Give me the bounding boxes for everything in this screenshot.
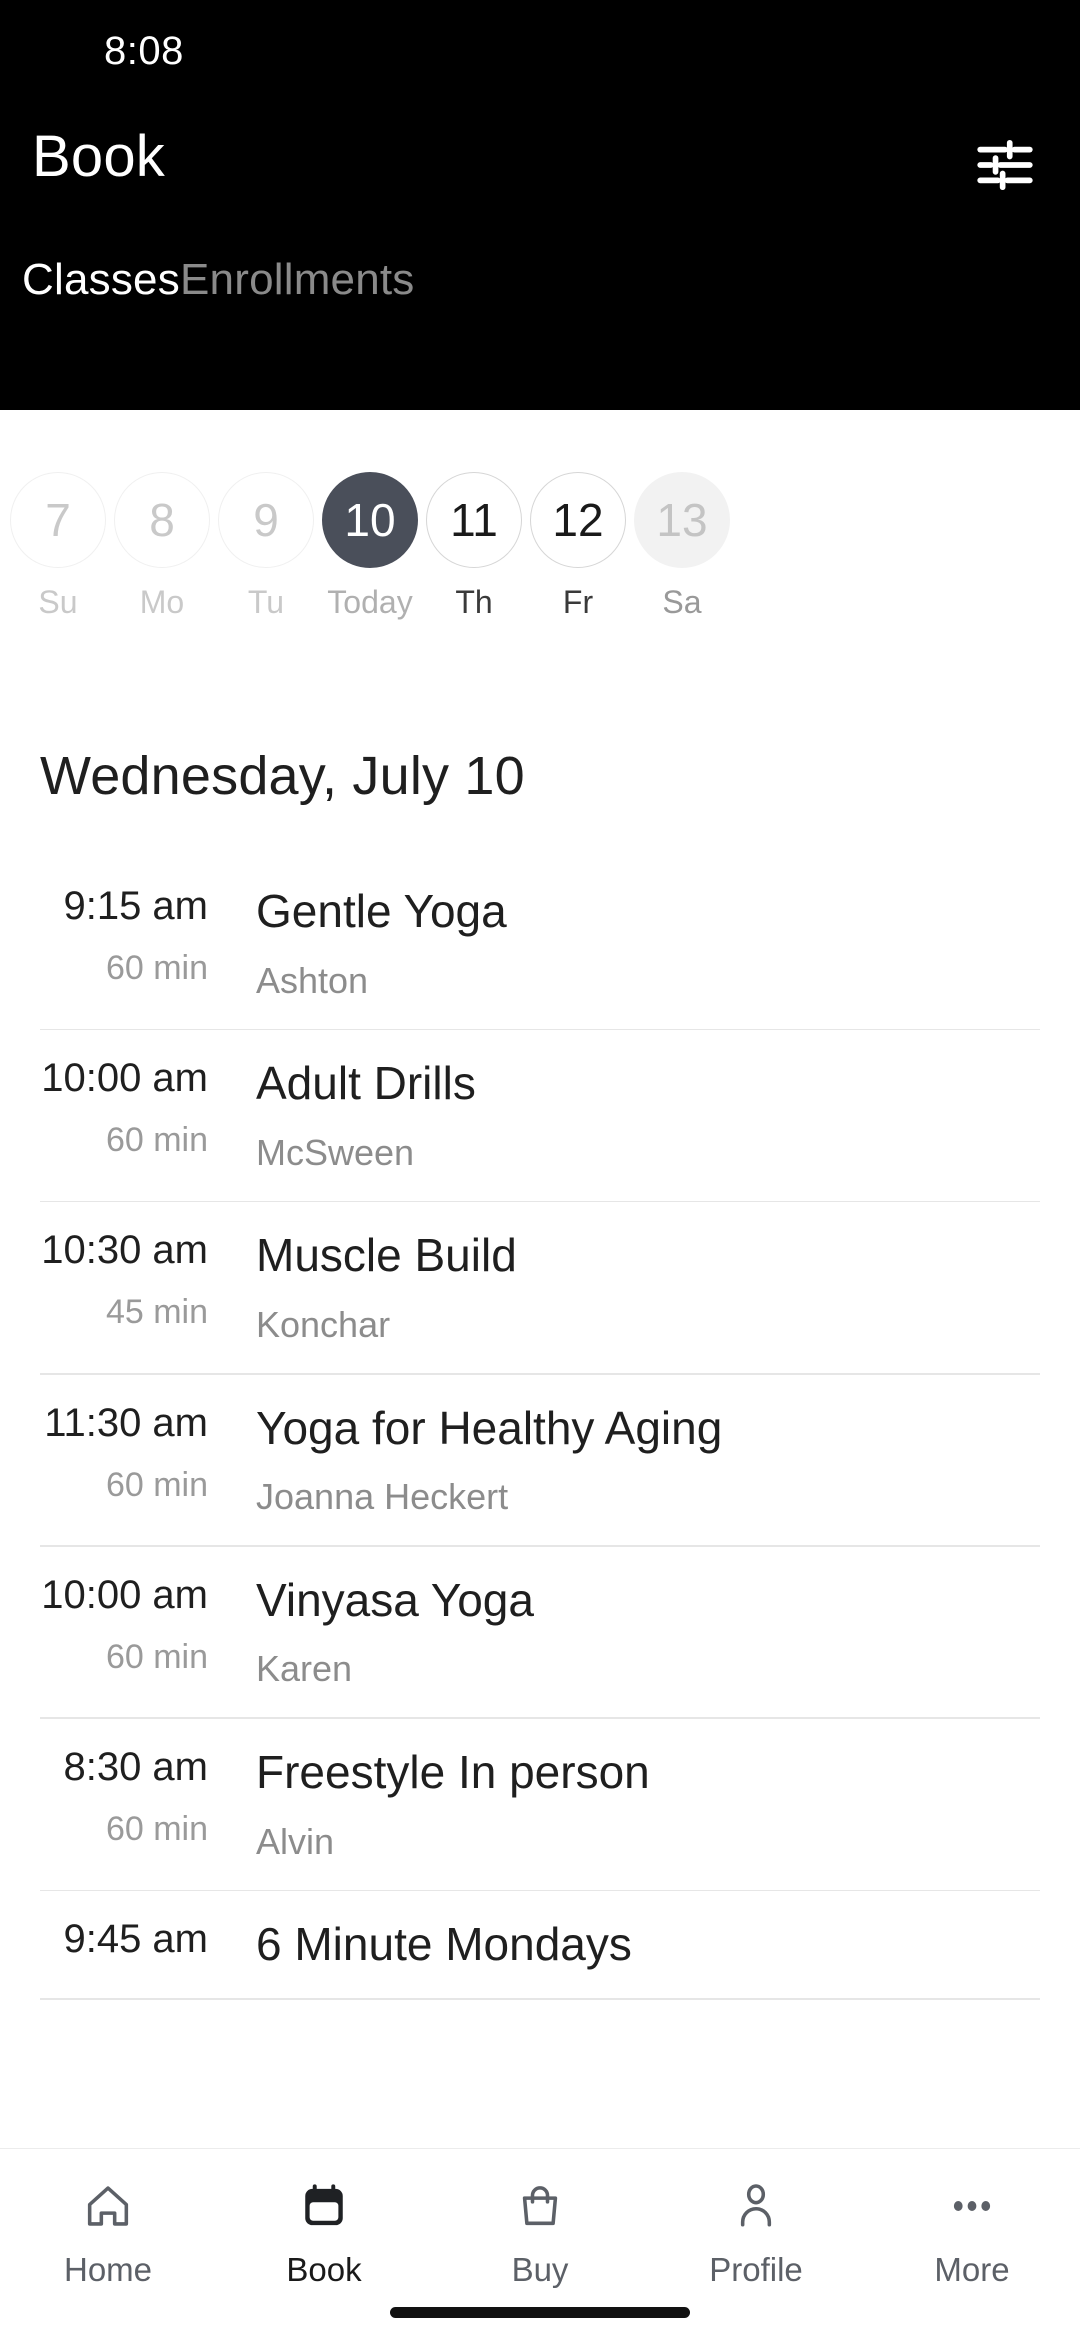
list-divider xyxy=(40,1998,1040,2000)
date-cell-12[interactable]: 12 Fr xyxy=(526,410,630,621)
date-cell-13[interactable]: 13 Sa xyxy=(630,410,734,621)
class-instructor: Joanna Heckert xyxy=(256,1476,509,1518)
nav-item-label: Home xyxy=(63,2251,153,2288)
weekday-label: Today xyxy=(327,584,413,620)
page-title: Book xyxy=(32,124,165,189)
class-name: 6 Minute Mondays xyxy=(256,1918,632,1971)
tab-enrollments[interactable]: Enrollments xyxy=(180,255,415,305)
class-info-column: Vinyasa Yoga Karen xyxy=(256,1573,534,1689)
class-duration: 60 min xyxy=(105,1465,208,1504)
class-start-time: 9:45 am xyxy=(63,1917,208,1962)
class-instructor: Ashton xyxy=(256,959,369,1001)
class-start-time: 9:15 am xyxy=(63,884,208,928)
tune-filter-icon[interactable] xyxy=(960,125,1050,205)
class-start-time: 10:00 am xyxy=(41,1056,208,1101)
date-cell-10[interactable]: 10 Today xyxy=(318,410,422,621)
date-cell-7[interactable]: 7 Su xyxy=(6,410,110,621)
date-number: 13 xyxy=(634,472,730,568)
class-info-column: Freestyle In person Alvin xyxy=(256,1745,650,1861)
class-instructor: Karen xyxy=(256,1648,353,1690)
class-instructor: Alvin xyxy=(256,1820,335,1862)
class-list-item[interactable]: 10:00 am 60 min Adult Drills McSween xyxy=(0,1030,1080,1203)
class-list-item[interactable]: 9:15 am 60 min Gentle Yoga Ashton xyxy=(0,858,1080,1031)
nav-item-book[interactable]: Book xyxy=(216,2175,432,2289)
class-info-column: 6 Minute Mondays xyxy=(256,1917,632,1970)
class-instructor: McSween xyxy=(256,1131,415,1173)
app-bar: Book xyxy=(0,105,1080,215)
class-name: Vinyasa Yoga xyxy=(256,1573,534,1626)
date-cell-9[interactable]: 9 Tu xyxy=(214,410,318,621)
class-list-item[interactable]: 9:45 am 6 Minute Mondays xyxy=(0,1891,1080,2000)
class-name: Muscle Build xyxy=(256,1229,517,1282)
date-number: 10 xyxy=(322,472,418,568)
nav-item-home[interactable]: Home xyxy=(0,2175,216,2289)
class-time-column: 11:30 am 60 min xyxy=(28,1401,208,1517)
weekday-label: Sa xyxy=(662,584,702,620)
class-duration: 60 min xyxy=(105,1637,208,1676)
nav-item-buy[interactable]: Buy xyxy=(432,2175,648,2289)
date-cell-11[interactable]: 11 Th xyxy=(422,410,526,621)
app-header: 8:08 Book Classes Enrollments xyxy=(0,0,1080,410)
status-bar: 8:08 xyxy=(0,0,1080,105)
nav-item-more[interactable]: More xyxy=(864,2175,1080,2289)
date-number: 9 xyxy=(218,472,314,568)
home-indicator xyxy=(390,2307,690,2318)
class-duration: 60 min xyxy=(105,949,208,987)
home-icon xyxy=(83,2175,133,2237)
class-time-column: 10:30 am 45 min xyxy=(28,1228,208,1344)
class-name: Adult Drills xyxy=(256,1057,476,1110)
class-start-time: 10:30 am xyxy=(41,1228,208,1273)
class-list-item[interactable]: 10:00 am 60 min Vinyasa Yoga Karen xyxy=(0,1547,1080,1719)
class-time-column: 9:15 am 60 min xyxy=(28,884,208,1000)
class-duration: 60 min xyxy=(105,1809,208,1848)
calendar-icon xyxy=(299,2175,349,2237)
class-name: Yoga for Healthy Aging xyxy=(256,1401,723,1454)
class-start-time: 8:30 am xyxy=(63,1744,208,1789)
class-time-column: 10:00 am 60 min xyxy=(28,1056,208,1172)
selected-date-heading: Wednesday, July 10 xyxy=(40,746,525,806)
class-start-time: 10:00 am xyxy=(41,1572,208,1617)
class-instructor: Konchar xyxy=(256,1303,391,1345)
class-duration: 60 min xyxy=(105,1121,208,1160)
class-duration: 45 min xyxy=(105,1293,208,1332)
class-info-column: Yoga for Healthy Aging Joanna Heckert xyxy=(256,1401,722,1517)
class-start-time: 11:30 am xyxy=(44,1400,208,1445)
class-time-column: 9:45 am xyxy=(28,1917,208,1970)
weekday-label: Su xyxy=(38,584,78,620)
class-info-column: Muscle Build Konchar xyxy=(256,1228,517,1344)
app-screen: 8:08 Book Classes Enrollments 7 Su 8 Mo … xyxy=(0,0,1080,2340)
weekday-label: Tu xyxy=(247,584,285,620)
nav-item-label: Buy xyxy=(511,2251,569,2288)
class-list-item[interactable]: 8:30 am 60 min Freestyle In person Alvin xyxy=(0,1719,1080,1892)
class-name: Freestyle In person xyxy=(256,1745,650,1798)
weekday-label: Th xyxy=(455,584,493,620)
date-number: 12 xyxy=(530,472,626,568)
bag-icon xyxy=(515,2175,565,2237)
ellipsis-icon xyxy=(947,2175,997,2237)
class-list-item[interactable]: 11:30 am 60 min Yoga for Healthy Aging Joan… xyxy=(0,1375,1080,1547)
weekday-label: Fr xyxy=(562,584,594,620)
person-icon xyxy=(731,2175,781,2237)
class-info-column: Adult Drills McSween xyxy=(256,1056,476,1172)
date-number: 8 xyxy=(114,472,210,568)
class-time-column: 10:00 am 60 min xyxy=(28,1573,208,1689)
class-info-column: Gentle Yoga Ashton xyxy=(256,884,507,1000)
date-cell-8[interactable]: 8 Mo xyxy=(110,410,214,621)
class-name: Gentle Yoga xyxy=(256,885,507,937)
nav-item-label: More xyxy=(934,2251,1010,2288)
class-list[interactable]: 9:15 am 60 min Gentle Yoga Ashton 10:00 am 60… xyxy=(0,858,1080,2148)
date-number: 11 xyxy=(426,472,522,568)
tab-bar: Classes Enrollments xyxy=(0,255,1080,350)
nav-item-profile[interactable]: Profile xyxy=(648,2175,864,2289)
nav-item-label: Profile xyxy=(709,2251,803,2288)
status-bar-clock: 8:08 xyxy=(104,29,184,73)
class-list-item[interactable]: 10:30 am 45 min Muscle Build Konchar xyxy=(0,1202,1080,1375)
class-time-column: 8:30 am 60 min xyxy=(28,1745,208,1861)
date-selector[interactable]: 7 Su 8 Mo 9 Tu 10 Today 11 Th 12 Fr 13 Sa xyxy=(0,410,1080,660)
tab-classes[interactable]: Classes xyxy=(22,255,180,305)
weekday-label: Mo xyxy=(139,584,185,620)
nav-item-label: Book xyxy=(286,2251,362,2288)
date-number: 7 xyxy=(10,472,106,568)
